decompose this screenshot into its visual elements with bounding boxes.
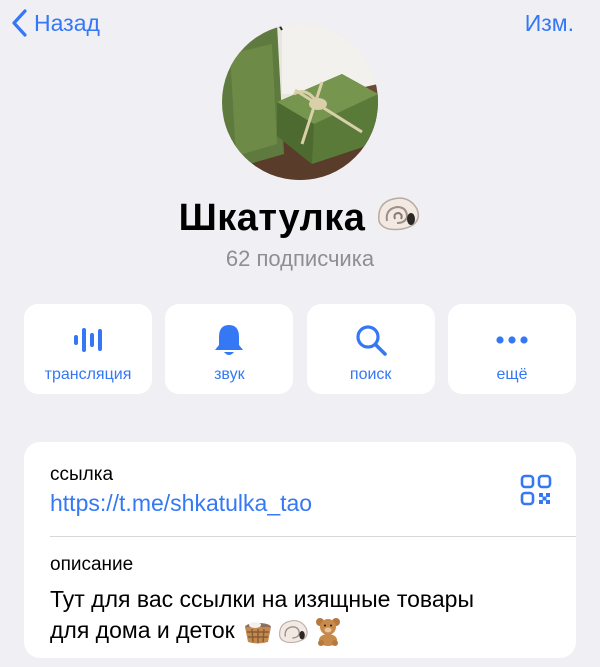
- sound-button[interactable]: звук: [165, 304, 294, 394]
- search-label: поиск: [349, 366, 392, 383]
- description-line-2: для дома и деток: [50, 617, 235, 643]
- shell-icon: [375, 193, 421, 243]
- more-label: ещё: [496, 366, 528, 383]
- bell-icon: [213, 320, 245, 360]
- edit-button[interactable]: Изм.: [525, 10, 574, 37]
- chevron-left-icon: [12, 9, 27, 37]
- channel-title: Шкатулка: [0, 193, 600, 243]
- sound-label: звук: [214, 366, 245, 383]
- broadcast-icon: [71, 320, 105, 360]
- broadcast-button[interactable]: трансляция: [24, 304, 152, 394]
- teddy-bear-icon: [313, 616, 343, 646]
- back-label: Назад: [34, 9, 100, 36]
- broadcast-label: трансляция: [44, 366, 132, 383]
- subscriber-count: 62 подписчика: [225, 246, 375, 271]
- qr-code-icon[interactable]: [520, 474, 552, 511]
- avatar-image: [222, 24, 378, 180]
- description-label: описание: [50, 554, 134, 575]
- more-button[interactable]: ещё: [447, 304, 576, 394]
- basket-icon: [243, 617, 273, 645]
- search-button[interactable]: поиск: [306, 304, 435, 394]
- channel-name: Шкатулка: [178, 196, 366, 239]
- back-button[interactable]: Назад: [10, 8, 100, 38]
- divider: [50, 536, 576, 537]
- description-line-1: Тут для вас ссылки на изящные товары: [50, 586, 474, 612]
- channel-avatar[interactable]: [222, 24, 378, 180]
- search-icon: [354, 320, 388, 360]
- channel-link[interactable]: https://t.me/shkatulka_tao: [50, 490, 312, 517]
- channel-info-card: ссылка https://t.me/shkatulka_tao описан…: [24, 442, 576, 658]
- action-buttons: трансляция звук поиск ещё: [24, 304, 576, 394]
- link-section: ссылка https://t.me/shkatulka_tao: [24, 442, 576, 536]
- channel-description: Тут для вас ссылки на изящные товары для…: [50, 584, 560, 646]
- link-label: ссылка: [50, 464, 114, 485]
- more-icon: [495, 320, 529, 360]
- shell-icon: [277, 617, 309, 645]
